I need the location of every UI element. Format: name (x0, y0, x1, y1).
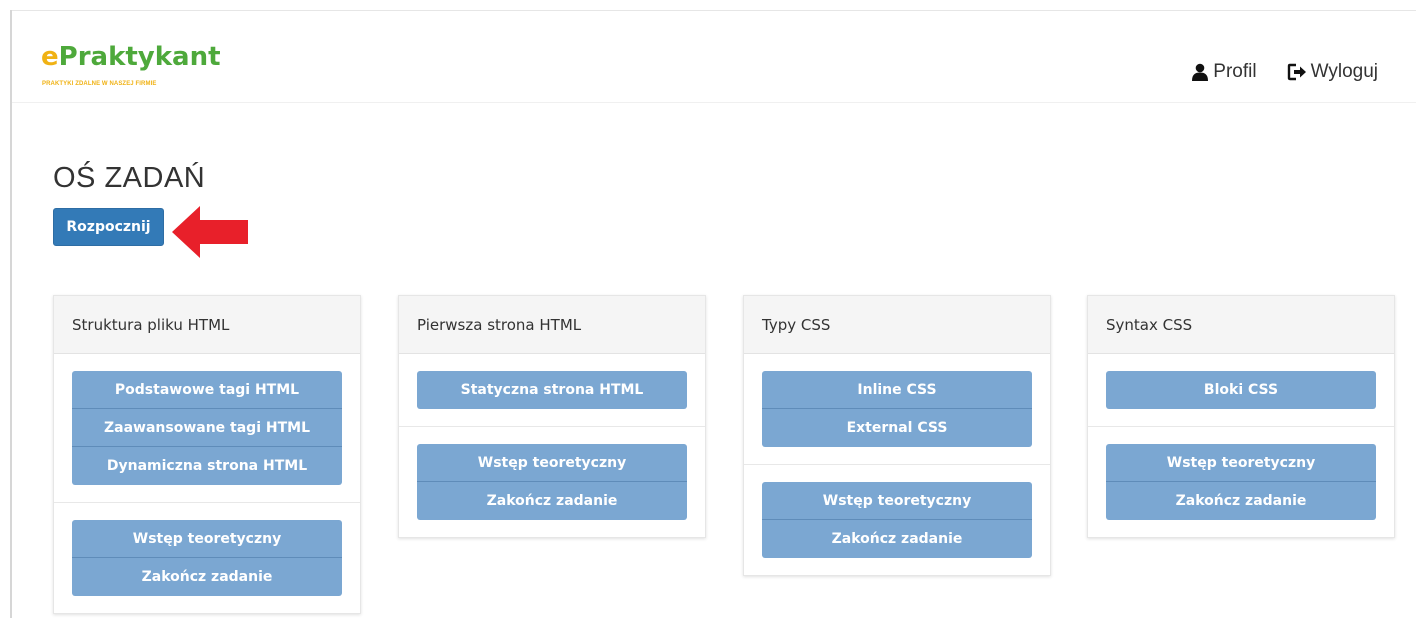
finish-task-button[interactable]: Zakończ zadanie (72, 558, 342, 596)
task-button[interactable]: Inline CSS (762, 371, 1032, 409)
task-list: Bloki CSS (1088, 354, 1394, 427)
sign-out-icon (1287, 63, 1306, 81)
panel-title: Syntax CSS (1088, 296, 1394, 354)
panel-title: Pierwsza strona HTML (399, 296, 705, 354)
page-title: OŚ ZADAŃ (53, 162, 206, 194)
task-button[interactable]: Bloki CSS (1106, 371, 1376, 409)
task-actions: Wstęp teoretyczny Zakończ zadanie (399, 427, 705, 537)
task-panel: Struktura pliku HTML Podstawowe tagi HTML… (53, 295, 361, 614)
intro-button[interactable]: Wstęp teoretyczny (762, 482, 1032, 520)
navbar: ePraktykant PRAKTYKI ZDALNE W NASZEJ FIR… (12, 11, 1416, 103)
task-button[interactable]: External CSS (762, 409, 1032, 447)
task-list: Inline CSS External CSS (744, 354, 1050, 465)
task-button[interactable]: Zaawansowane tagi HTML (72, 409, 342, 447)
task-list: Statyczna strona HTML (399, 354, 705, 427)
red-arrow-left-icon (172, 206, 248, 258)
brand-tagline: PRAKTYKI ZDALNE W NASZEJ FIRMIE (42, 81, 157, 87)
user-icon (1192, 63, 1209, 81)
task-list: Podstawowe tagi HTML Zaawansowane tagi HT… (54, 354, 360, 503)
task-button[interactable]: Dynamiczna strona HTML (72, 447, 342, 485)
profile-label: Profil (1213, 61, 1257, 82)
task-actions: Wstęp teoretyczny Zakończ zadanie (744, 465, 1050, 575)
panel-title: Struktura pliku HTML (54, 296, 360, 354)
task-panel: Syntax CSS Bloki CSS Wstęp teoretyczny Zako… (1087, 295, 1395, 538)
intro-button[interactable]: Wstęp teoretyczny (72, 520, 342, 558)
start-button[interactable]: Rozpocznij (53, 208, 164, 246)
panel-title: Typy CSS (744, 296, 1050, 354)
logout-label: Wyloguj (1310, 61, 1378, 82)
finish-task-button[interactable]: Zakończ zadanie (417, 482, 687, 520)
finish-task-button[interactable]: Zakończ zadanie (1106, 482, 1376, 520)
intro-button[interactable]: Wstęp teoretyczny (417, 444, 687, 482)
task-actions: Wstęp teoretyczny Zakończ zadanie (1088, 427, 1394, 537)
finish-task-button[interactable]: Zakończ zadanie (762, 520, 1032, 558)
user-nav: Profil Wyloguj (1191, 61, 1378, 83)
brand-logo[interactable]: ePraktykant (41, 42, 221, 72)
task-panel: Pierwsza strona HTML Statyczna strona HTM… (398, 295, 706, 538)
task-panel: Typy CSS Inline CSS External CSS Wstęp teor… (743, 295, 1051, 576)
logout-link[interactable]: Wyloguj (1287, 61, 1378, 83)
intro-button[interactable]: Wstęp teoretyczny (1106, 444, 1376, 482)
brand-name: ePraktykant (41, 42, 221, 72)
task-button[interactable]: Statyczna strona HTML (417, 371, 687, 409)
task-button[interactable]: Podstawowe tagi HTML (72, 371, 342, 409)
task-actions: Wstęp teoretyczny Zakończ zadanie (54, 503, 360, 613)
profile-link[interactable]: Profil (1191, 61, 1257, 83)
